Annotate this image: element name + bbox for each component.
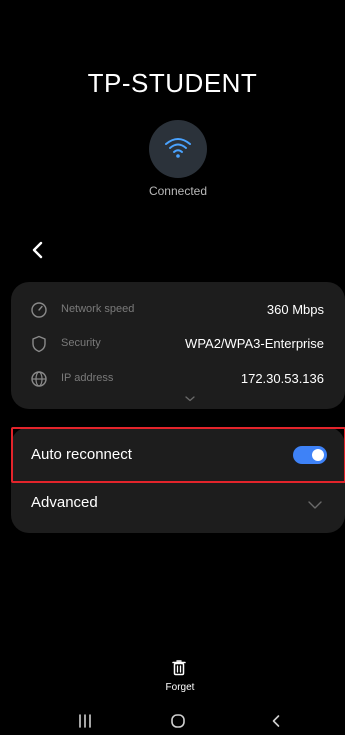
home-icon[interactable] (170, 713, 186, 729)
advanced-label: Advanced (31, 494, 98, 511)
forget-button[interactable]: Forget (150, 658, 210, 698)
system-navigation-bar (0, 707, 345, 735)
network-info-card: Network speed 360 Mbps Security WPA2/WPA… (11, 282, 345, 409)
forget-label: Forget (165, 682, 195, 693)
trash-icon (172, 660, 186, 676)
auto-reconnect-row[interactable]: Auto reconnect (11, 427, 345, 483)
back-button[interactable] (26, 238, 50, 262)
wifi-icon (165, 138, 191, 158)
ip-address-label: IP address (61, 372, 114, 384)
network-speed-value: 360 Mbps (266, 302, 324, 317)
auto-reconnect-label: Auto reconnect (31, 446, 132, 463)
connection-status-text: Connected (148, 184, 208, 198)
globe-icon (31, 371, 47, 387)
network-speed-label: Network speed (61, 303, 135, 315)
chevron-down-icon (308, 501, 322, 509)
ip-address-row: IP address 172.30.53.136 (11, 366, 345, 392)
recent-apps-icon[interactable] (75, 713, 95, 729)
speed-gauge-icon (31, 302, 47, 318)
advanced-row[interactable]: Advanced (11, 483, 345, 525)
connection-settings-card: Auto reconnect Advanced (11, 427, 345, 533)
shield-icon (32, 335, 46, 353)
nav-back-icon[interactable] (268, 713, 284, 729)
network-speed-row: Network speed 360 Mbps (11, 297, 345, 323)
expand-details-icon[interactable] (183, 395, 197, 403)
toggle-knob (312, 449, 324, 461)
auto-reconnect-toggle[interactable] (293, 446, 327, 464)
chevron-left-icon (32, 241, 43, 259)
security-value: WPA2/WPA3-Enterprise (185, 336, 324, 351)
ip-address-value: 172.30.53.136 (240, 371, 324, 386)
wifi-status-badge (149, 120, 207, 178)
security-row: Security WPA2/WPA3-Enterprise (11, 331, 345, 357)
security-label: Security (61, 337, 101, 349)
network-name-title: TP-STUDENT (87, 68, 258, 98)
